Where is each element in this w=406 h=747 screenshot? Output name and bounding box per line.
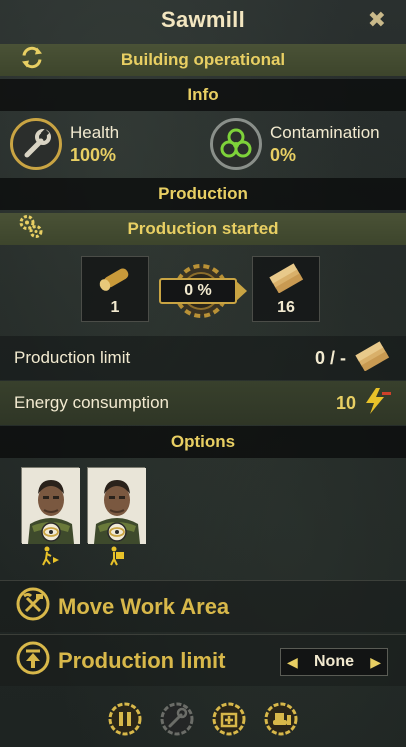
options-header-label: Options — [170, 432, 236, 451]
production-limit-selector[interactable]: ◀ None ▶ — [280, 648, 388, 676]
building-panel: Sawmill ✖ Building operational Info Heal… — [0, 0, 406, 747]
log-icon — [95, 263, 135, 298]
worker-portrait[interactable] — [87, 467, 146, 545]
pause-icon[interactable] — [106, 700, 144, 738]
close-icon[interactable]: ✖ — [368, 7, 386, 33]
walk-arrow-icon — [40, 546, 60, 566]
input-resource-box[interactable]: 1 — [81, 256, 149, 322]
energy-row: Energy consumption 10 — [0, 381, 406, 425]
energy-label: Energy consumption — [14, 393, 169, 412]
output-resource-box[interactable]: 16 — [252, 256, 320, 322]
output-count: 16 — [277, 299, 295, 316]
eye-icon — [42, 524, 60, 545]
info-header-label: Info — [187, 85, 219, 104]
progress-value: 0 % — [159, 278, 237, 304]
health-value: 100% — [70, 145, 117, 165]
info-header: Info — [0, 79, 406, 111]
pickaxe-hammer-icon — [16, 587, 50, 626]
worker-portrait[interactable] — [21, 467, 80, 545]
input-count: 1 — [110, 299, 120, 316]
contamination-stat: Contamination 0% — [210, 118, 380, 170]
production-limit-value: 0 / - — [314, 347, 346, 368]
bulldozer-icon[interactable] — [262, 700, 300, 738]
production-limit-row: Production limit 0 / - — [0, 336, 406, 380]
chevron-right-icon[interactable]: ▶ — [370, 654, 381, 671]
bottom-toolbar — [0, 690, 406, 747]
contamination-value: 0% — [270, 145, 297, 165]
health-label: Health — [70, 123, 120, 142]
planks-icon — [352, 340, 392, 376]
production-limit-selected: None — [314, 653, 354, 670]
gears-icon[interactable] — [18, 214, 44, 245]
contamination-label: Contamination — [270, 123, 380, 142]
production-limit-action-label: Production limit — [58, 647, 226, 673]
refresh-icon[interactable] — [18, 44, 46, 77]
biohazard-icon — [210, 118, 262, 170]
production-header: Production — [0, 178, 406, 210]
options-header: Options — [0, 426, 406, 458]
chevron-left-icon[interactable]: ◀ — [287, 654, 298, 671]
production-limit-label: Production limit — [14, 348, 131, 367]
window-title: Sawmill — [160, 7, 246, 32]
upload-icon — [16, 641, 50, 680]
move-work-area-button[interactable]: Move Work Area — [0, 580, 406, 632]
health-stat: Health 100% — [10, 118, 119, 170]
eye-icon — [108, 524, 126, 545]
production-status-bar: Production started — [0, 213, 406, 245]
upgrade-icon[interactable] — [210, 700, 248, 738]
planks-icon — [266, 263, 306, 298]
production-status-text: Production started — [127, 219, 279, 238]
wrench-icon — [10, 118, 62, 170]
lightning-icon — [362, 387, 392, 420]
title-bar: Sawmill ✖ — [0, 0, 406, 40]
status-text: Building operational — [120, 50, 286, 69]
production-progress: 0 % — [155, 262, 247, 320]
production-limit-action: Production limit ◀ None ▶ — [0, 634, 406, 686]
energy-value: 10 — [335, 392, 356, 413]
wrench-disabled-icon[interactable] — [158, 700, 196, 738]
move-work-area-label: Move Work Area — [58, 593, 230, 619]
carry-icon — [106, 546, 126, 566]
status-bar: Building operational — [0, 44, 406, 76]
production-header-label: Production — [158, 184, 248, 203]
